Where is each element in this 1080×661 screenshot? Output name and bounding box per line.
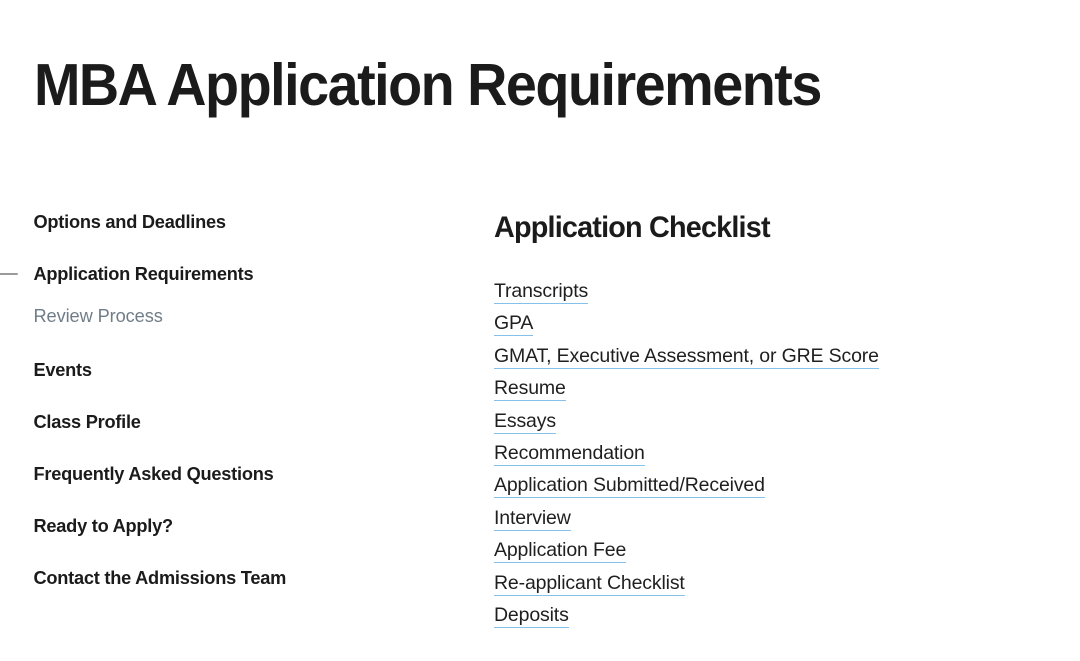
checklist-link-essays[interactable]: Essays <box>494 409 556 434</box>
sidebar-item-label: Contact the Admissions Team <box>33 567 287 588</box>
page-title: MBA Application Requirements <box>34 51 822 118</box>
list-item: Re-applicant Checklist <box>494 568 1054 600</box>
checklist-link-application-fee[interactable]: Application Fee <box>494 539 626 564</box>
checklist-link-deposits[interactable]: Deposits <box>494 604 569 629</box>
list-item: Resume <box>494 373 1054 405</box>
active-dash-icon <box>0 273 18 275</box>
page-root: MBA Application Requirements Options and… <box>0 0 1080 661</box>
list-item: GPA <box>494 308 1054 340</box>
checklist-link-resume[interactable]: Resume <box>494 377 566 402</box>
main-heading: Application Checklist <box>494 211 771 244</box>
list-item: Application Submitted/Received <box>494 470 1054 502</box>
list-item: Application Fee <box>494 535 1054 567</box>
sidebar-item-frequently-asked-questions[interactable]: Frequently Asked Questions <box>0 462 453 486</box>
sidebar-item-options-and-deadlines[interactable]: Options and Deadlines <box>0 210 453 234</box>
sidebar-item-contact-the-admissions-team[interactable]: Contact the Admissions Team <box>0 566 453 590</box>
checklist-link-recommendation[interactable]: Recommendation <box>494 442 645 467</box>
sidebar-item-label: Application Requirements <box>33 263 254 284</box>
sidebar-item-label: Class Profile <box>33 411 141 432</box>
checklist-link-gmat-executive-assessment-or-gre-score[interactable]: GMAT, Executive Assessment, or GRE Score <box>494 344 879 369</box>
sidebar-item-events[interactable]: Events <box>0 358 453 382</box>
list-item: GMAT, Executive Assessment, or GRE Score <box>494 341 1054 373</box>
main-content: Application Checklist Transcripts GPA GM… <box>494 210 1054 632</box>
sidebar-item-application-requirements[interactable]: Application Requirements <box>0 262 453 286</box>
list-item: Deposits <box>494 600 1054 632</box>
sidebar-item-review-process[interactable]: Review Process <box>0 304 453 328</box>
checklist-link-application-submitted-received[interactable]: Application Submitted/Received <box>494 474 765 499</box>
sidebar-item-label: Review Process <box>33 305 163 326</box>
sidebar-item-class-profile[interactable]: Class Profile <box>0 410 453 434</box>
sidebar-item-ready-to-apply[interactable]: Ready to Apply? <box>0 514 453 538</box>
sidebar-item-label: Frequently Asked Questions <box>33 463 274 484</box>
list-item: Essays <box>494 406 1054 438</box>
checklist-link-interview[interactable]: Interview <box>494 506 571 531</box>
sidebar-nav: Options and Deadlines Application Requir… <box>0 210 460 590</box>
sidebar-item-label: Events <box>33 359 92 380</box>
list-item: Interview <box>494 503 1054 535</box>
list-item: Recommendation <box>494 438 1054 470</box>
checklist-link-transcripts[interactable]: Transcripts <box>494 280 588 304</box>
application-checklist: Transcripts GPA GMAT, Executive Assessme… <box>494 276 1054 632</box>
sidebar-item-label: Options and Deadlines <box>33 211 226 232</box>
sidebar-item-label: Ready to Apply? <box>33 515 173 536</box>
checklist-link-gpa[interactable]: GPA <box>494 312 533 337</box>
list-item: Transcripts <box>494 276 1054 308</box>
checklist-link-re-applicant-checklist[interactable]: Re-applicant Checklist <box>494 571 685 596</box>
